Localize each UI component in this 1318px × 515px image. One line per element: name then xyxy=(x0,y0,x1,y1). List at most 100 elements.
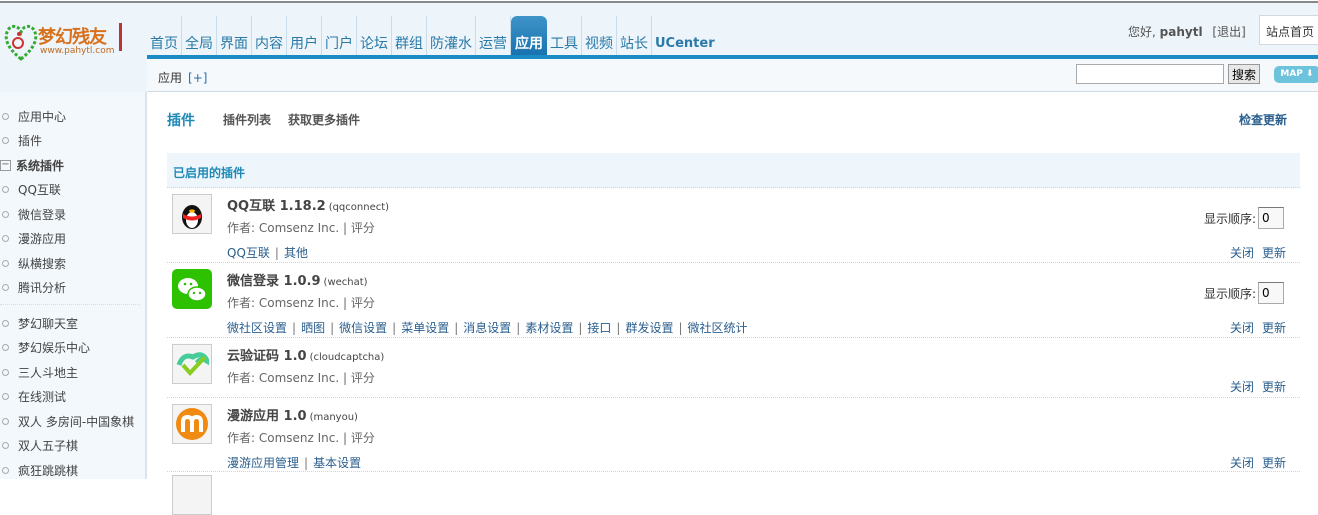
bullet-icon xyxy=(2,284,9,291)
sidebar-item-label: 漫游应用 xyxy=(18,232,67,246)
sidebar-item[interactable]: 疯狂跳跳棋 xyxy=(0,460,78,480)
close-plugin-link[interactable]: 关闭 xyxy=(1230,246,1254,260)
site-home-button[interactable]: 站点首页 xyxy=(1259,15,1318,45)
close-plugin-link[interactable]: 关闭 xyxy=(1230,380,1254,394)
sidebar-item[interactable]: 双人五子棋 xyxy=(0,436,78,456)
sidebar-item[interactable]: 腾讯分析 xyxy=(0,278,66,298)
nav-item[interactable]: 全局 xyxy=(182,16,217,58)
search-input[interactable] xyxy=(1076,64,1224,84)
sidebar-item-label: 双人 多房间-中国象棋 xyxy=(18,414,135,429)
update-plugin-link[interactable]: 更新 xyxy=(1262,246,1286,260)
plugin-actions: 关闭 更新 xyxy=(1222,378,1286,395)
plugin-setting-link[interactable]: 素材设置 xyxy=(525,321,573,335)
breadcrumb-current: 应用 xyxy=(158,71,183,85)
nav-item[interactable]: 应用 xyxy=(511,16,547,58)
sidebar-item[interactable]: 双人 多房间-中国象棋 xyxy=(0,411,134,431)
bullet-icon xyxy=(2,259,9,267)
sidebar-item[interactable]: 微信登录 xyxy=(0,204,66,224)
separator: | xyxy=(330,321,335,335)
plugin-setting-link[interactable]: 微信设置 xyxy=(339,321,387,335)
plugin-setting-link[interactable]: 漫游应用管理 xyxy=(227,456,299,470)
sub-bar: 应用 [+] 搜索 MAP ⬇ xyxy=(147,59,1318,92)
bullet-icon xyxy=(2,210,9,218)
plugin-setting-link[interactable]: 菜单设置 xyxy=(401,321,449,335)
plugin-setting-link[interactable]: QQ互联 xyxy=(227,246,270,260)
plugin-setting-link[interactable]: 接口 xyxy=(587,321,611,335)
order-input[interactable] xyxy=(1258,282,1284,304)
plugin-id: (manyou) xyxy=(309,412,358,423)
sidebar-item[interactable]: 插件 xyxy=(0,131,42,151)
plugin-captcha-icon xyxy=(172,344,212,384)
nav-item[interactable]: 视频 xyxy=(582,16,617,58)
map-button[interactable]: MAP ⬇ xyxy=(1274,66,1318,83)
plugin-setting-link[interactable]: 微社区设置 xyxy=(227,321,287,335)
sidebar-item-label: 应用中心 xyxy=(18,109,67,124)
section-header: 已启用的插件 xyxy=(167,153,1300,188)
update-plugin-link[interactable]: 更新 xyxy=(1262,456,1286,470)
add-shortcut-link[interactable]: [+] xyxy=(188,71,207,85)
logo[interactable]: 梦幻残友 www.pahytl.com xyxy=(4,21,126,63)
sidebar-item[interactable]: − 系统插件 xyxy=(0,155,64,175)
nav-item[interactable]: 工具 xyxy=(547,16,582,58)
nav-item[interactable]: 内容 xyxy=(252,16,287,58)
greeting: 您好, xyxy=(1128,25,1156,39)
sidebar-item[interactable]: 在线测试 xyxy=(0,387,66,407)
nav-item[interactable]: 防灌水 xyxy=(427,16,476,58)
plugin-setting-link[interactable]: 群发设置 xyxy=(625,321,673,335)
nav-item[interactable]: 站长 xyxy=(617,16,652,58)
plugin-setting-link[interactable]: 消息设置 xyxy=(463,321,511,335)
sidebar-item-label: 梦幻聊天室 xyxy=(18,316,79,331)
separator: | xyxy=(292,321,297,335)
plugin-manyou-icon xyxy=(172,404,212,444)
separator: | xyxy=(616,321,621,335)
nav-item[interactable]: 首页 xyxy=(147,16,182,58)
update-plugin-link[interactable]: 更新 xyxy=(1262,321,1286,335)
sidebar-item[interactable]: 梦幻娱乐中心 xyxy=(0,338,90,358)
separator: | xyxy=(516,321,521,335)
close-plugin-link[interactable]: 关闭 xyxy=(1230,321,1254,335)
nav-item[interactable]: 论坛 xyxy=(357,16,392,58)
update-plugin-link[interactable]: 更新 xyxy=(1262,380,1286,394)
close-plugin-link[interactable]: 关闭 xyxy=(1230,456,1254,470)
plugin-setting-link[interactable]: 其他 xyxy=(284,246,308,260)
order-label: 显示顺序: xyxy=(1203,286,1256,301)
order-input[interactable] xyxy=(1258,207,1284,229)
sidebar-item[interactable]: 应用中心 xyxy=(0,106,66,126)
sidebar-item[interactable]: 纵横搜索 xyxy=(0,253,66,273)
bullet-icon xyxy=(2,235,9,242)
sidebar-item[interactable]: 漫游应用 xyxy=(0,229,66,249)
nav-item[interactable]: UCenter xyxy=(652,16,718,58)
sidebar-item[interactable]: 梦幻聊天室 xyxy=(0,313,78,333)
bullet-icon xyxy=(2,319,9,327)
sidebar-item-label: 微信登录 xyxy=(18,207,67,222)
page-title: 插件 xyxy=(167,113,195,129)
nav-item[interactable]: 群组 xyxy=(392,16,427,58)
nav-item[interactable]: 用户 xyxy=(287,16,322,58)
search-button[interactable]: 搜索 xyxy=(1228,64,1260,84)
plugin-setting-link[interactable]: 晒图 xyxy=(301,321,325,335)
bullet-icon xyxy=(2,186,9,193)
plugin-title: 漫游应用 1.0 (manyou) xyxy=(227,405,358,424)
nav-item[interactable]: 运营 xyxy=(476,16,511,58)
plugin-author: 作者: Comsenz Inc. | 评分 xyxy=(227,296,375,310)
user-info: 您好, pahytl [退出] xyxy=(1128,23,1246,40)
logout-link[interactable]: [退出] xyxy=(1212,25,1245,39)
plugin-setting-link[interactable]: 基本设置 xyxy=(313,456,361,470)
plugin-author: 作者: Comsenz Inc. | 评分 xyxy=(227,431,375,445)
plugin-title: 微信登录 1.0.9 (wechat) xyxy=(227,270,368,289)
plugin-id: (cloudcaptcha) xyxy=(309,352,385,363)
nav-item[interactable]: 界面 xyxy=(217,16,252,58)
plugin-row: 云验证码 1.0 (cloudcaptcha) 作者: Comsenz Inc. |… xyxy=(167,338,1300,398)
sidebar-divider xyxy=(0,304,140,305)
sidebar-item[interactable]: QQ互联 xyxy=(0,180,61,200)
separator: | xyxy=(678,321,683,335)
tab-plugin-list[interactable]: 插件列表 xyxy=(223,111,271,128)
tab-get-more-plugins[interactable]: 获取更多插件 xyxy=(288,111,360,128)
nav-item[interactable]: 门户 xyxy=(322,16,357,58)
plugin-wechat-icon xyxy=(172,269,212,309)
collapse-icon[interactable]: − xyxy=(0,159,11,171)
check-update-link[interactable]: 检查更新 xyxy=(1239,111,1287,128)
separator: | xyxy=(392,321,397,335)
sidebar-item[interactable]: 三人斗地主 xyxy=(0,362,78,382)
plugin-setting-link[interactable]: 微社区统计 xyxy=(688,321,748,335)
